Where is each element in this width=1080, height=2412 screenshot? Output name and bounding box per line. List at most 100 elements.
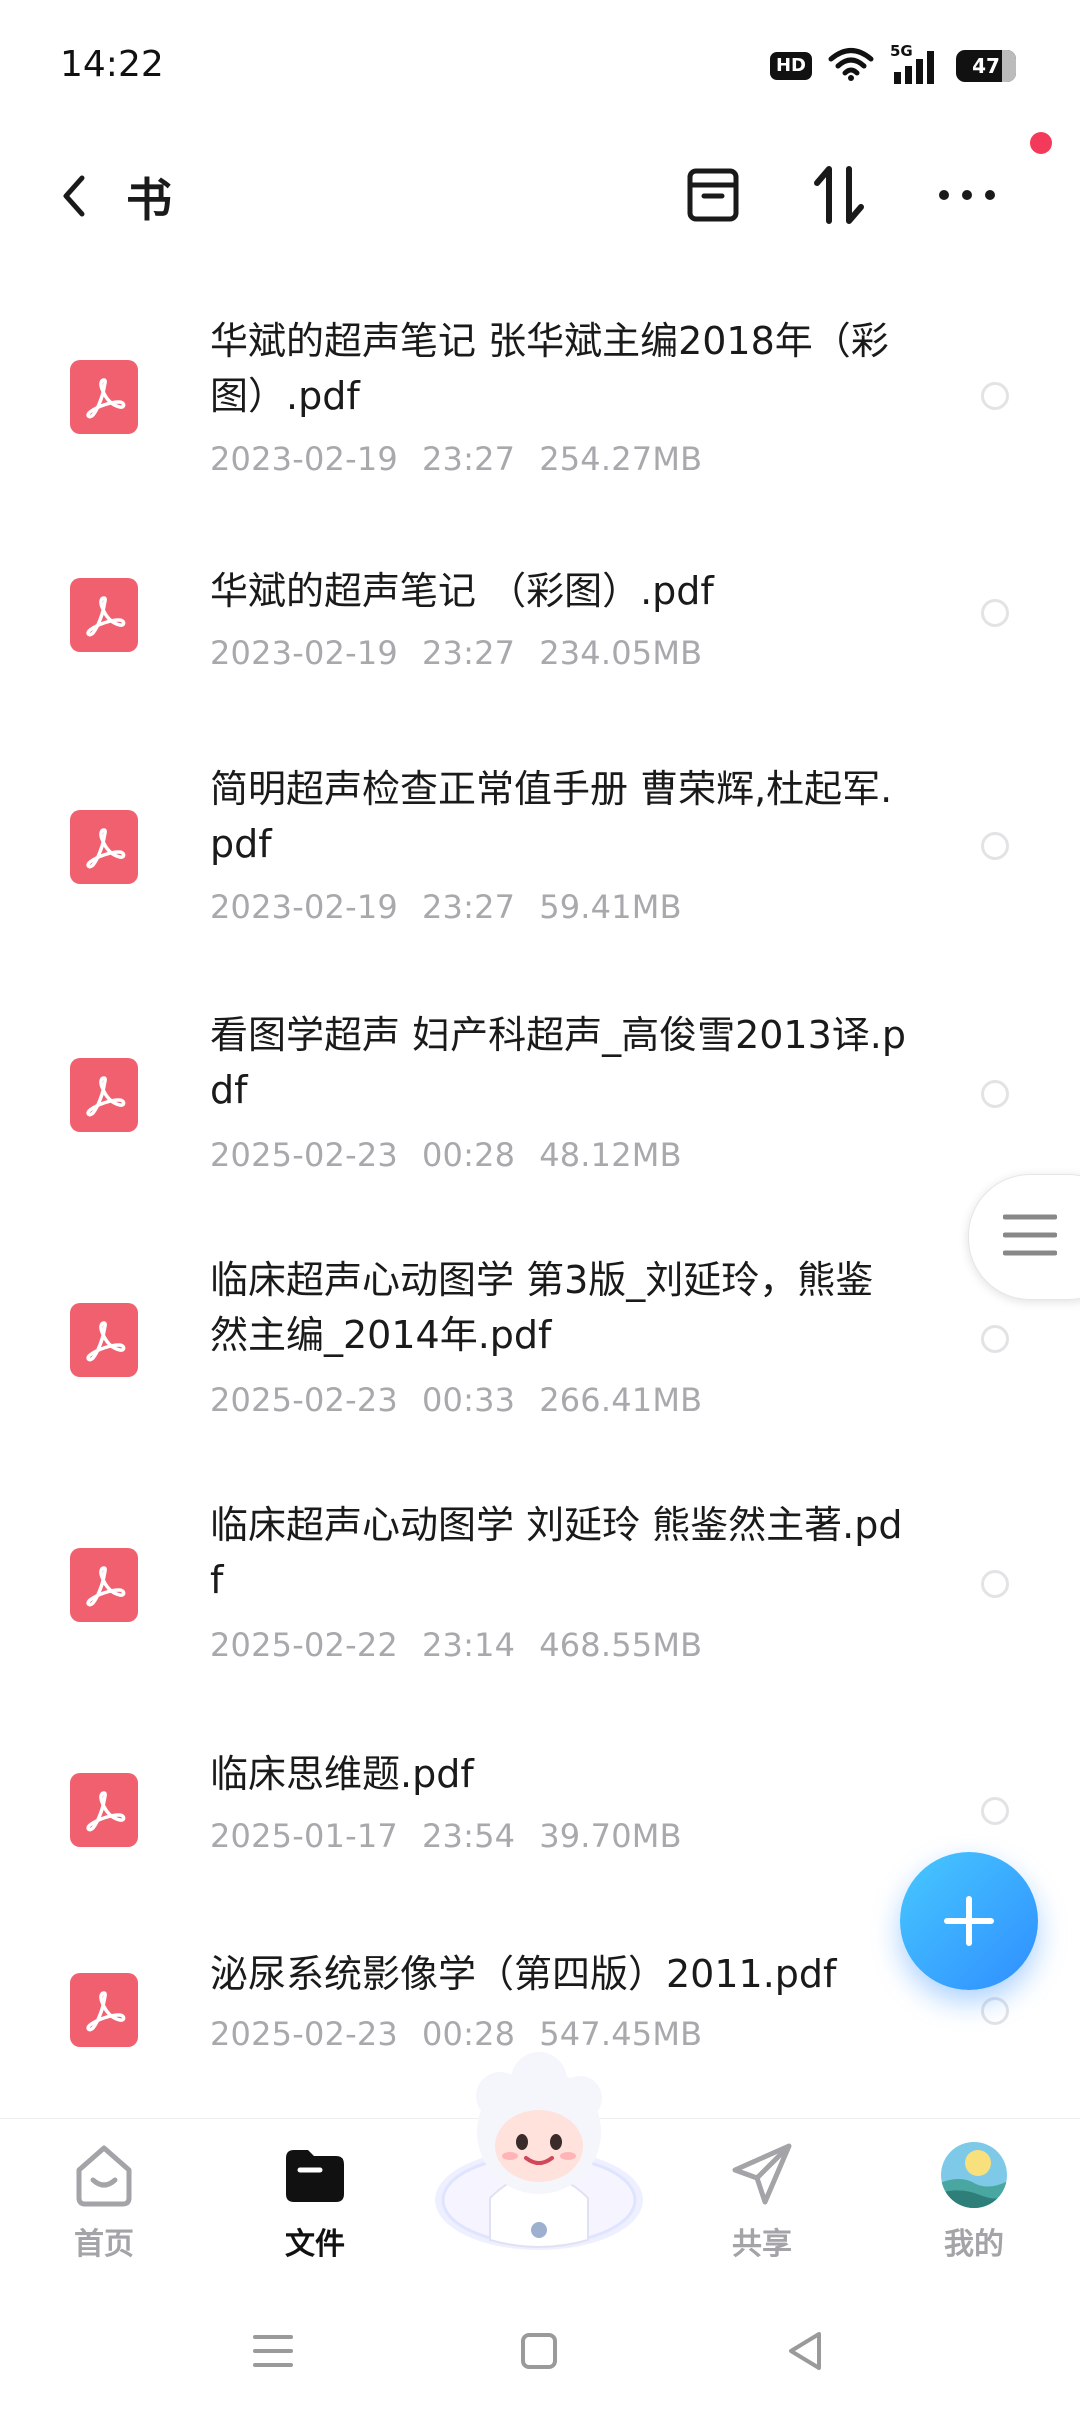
file-time: 23:14 bbox=[421, 1626, 516, 1664]
triangle-back-icon bbox=[789, 2332, 821, 2370]
back-button[interactable] bbox=[48, 168, 98, 224]
pdf-file-icon bbox=[70, 1548, 138, 1622]
square-home-icon bbox=[521, 2333, 557, 2369]
file-size: 39.70MB bbox=[539, 1817, 682, 1855]
nav-item-share[interactable]: 共享 bbox=[692, 2139, 832, 2269]
file-time: 23:54 bbox=[421, 1817, 516, 1855]
pdf-file-icon bbox=[70, 1973, 138, 2047]
file-time: 23:27 bbox=[421, 888, 516, 926]
sort-button[interactable] bbox=[806, 162, 872, 228]
menu-lines-icon bbox=[1003, 1214, 1057, 1256]
file-meta: 2025-02-23 00:28 48.12MB bbox=[210, 1136, 706, 1174]
avatar-icon bbox=[938, 2139, 1010, 2211]
file-meta: 2025-02-23 00:33 266.41MB bbox=[210, 1381, 726, 1419]
wifi-icon bbox=[828, 46, 874, 86]
share-paper-plane-icon bbox=[726, 2139, 798, 2211]
file-row[interactable]: 华斌的超声笔记 张华斌主编2018年（彩图）.pdf 2023-02-19 23:… bbox=[0, 290, 1080, 508]
file-meta: 2025-01-17 23:54 39.70MB bbox=[210, 1817, 706, 1855]
add-button[interactable] bbox=[900, 1852, 1038, 1990]
system-back-button[interactable] bbox=[780, 2328, 830, 2374]
file-name: 临床超声心动图学 刘延玲 熊鉴然主著.pdf bbox=[210, 1503, 903, 1602]
nav-label-me: 我的 bbox=[944, 2227, 1004, 2262]
file-meta: 2025-02-22 23:14 468.55MB bbox=[210, 1626, 726, 1664]
file-name: 泌尿系统影像学（第四版）2011.pdf bbox=[210, 1952, 837, 1996]
menu-icon bbox=[253, 2335, 293, 2367]
file-date: 2023-02-19 bbox=[210, 634, 398, 672]
file-name: 临床超声心动图学 第3版_刘延玲，熊鉴然主编_2014年.pdf bbox=[210, 1258, 874, 1357]
side-drawer-handle[interactable] bbox=[968, 1174, 1080, 1300]
back-chevron-icon bbox=[63, 175, 85, 217]
file-row[interactable]: 临床超声心动图学 刘延玲 熊鉴然主著.pdf 2025-02-22 23:14 46… bbox=[0, 1460, 1080, 1705]
file-list: 华斌的超声笔记 张华斌主编2018年（彩图）.pdf 2023-02-19 23:… bbox=[0, 290, 1080, 2129]
battery-level: 47 bbox=[972, 54, 1000, 78]
file-time: 00:33 bbox=[421, 1381, 516, 1419]
select-checkbox[interactable] bbox=[981, 1997, 1009, 2025]
select-checkbox[interactable] bbox=[981, 382, 1009, 410]
archive-button[interactable] bbox=[680, 162, 746, 228]
pdf-file-icon bbox=[70, 578, 138, 652]
select-checkbox[interactable] bbox=[981, 1080, 1009, 1108]
file-size: 266.41MB bbox=[539, 1381, 703, 1419]
file-size: 48.12MB bbox=[539, 1136, 682, 1174]
file-size: 468.55MB bbox=[539, 1626, 703, 1664]
file-row[interactable]: 临床超声心动图学 第3版_刘延玲，熊鉴然主编_2014年.pdf 2025-02… bbox=[0, 1215, 1080, 1460]
file-name: 临床思维题.pdf bbox=[210, 1752, 474, 1796]
system-home-button[interactable] bbox=[514, 2328, 564, 2374]
folder-icon bbox=[279, 2139, 351, 2211]
file-row[interactable]: 华斌的超声笔记 （彩图）.pdf 2023-02-19 23:27 234.05MB bbox=[0, 508, 1080, 726]
file-meta: 2023-02-19 23:27 234.05MB bbox=[210, 634, 726, 672]
status-bar: 14:22 HD 5G 47 bbox=[0, 0, 1080, 140]
nav-item-me[interactable]: 我的 bbox=[904, 2139, 1044, 2269]
nav-label-files: 文件 bbox=[285, 2227, 345, 2262]
more-icon bbox=[939, 190, 995, 200]
pdf-file-icon bbox=[70, 1303, 138, 1377]
file-date: 2025-02-22 bbox=[210, 1626, 398, 1664]
home-smile-icon bbox=[68, 2139, 140, 2211]
select-checkbox[interactable] bbox=[981, 1797, 1009, 1825]
select-checkbox[interactable] bbox=[981, 1570, 1009, 1598]
file-name: 华斌的超声笔记 张华斌主编2018年（彩图）.pdf bbox=[210, 319, 889, 418]
system-nav-bar bbox=[0, 2288, 1080, 2412]
file-time: 23:27 bbox=[421, 440, 516, 478]
file-size: 59.41MB bbox=[539, 888, 682, 926]
notification-dot bbox=[1030, 132, 1052, 154]
folder-title: 书 bbox=[126, 173, 172, 227]
mascot-icon bbox=[435, 2052, 643, 2250]
battery-icon: 47 bbox=[956, 50, 1016, 82]
select-checkbox[interactable] bbox=[981, 599, 1009, 627]
select-checkbox[interactable] bbox=[981, 1325, 1009, 1353]
nav-label-share: 共享 bbox=[732, 2227, 792, 2262]
system-menu-button[interactable] bbox=[248, 2328, 298, 2374]
file-date: 2023-02-19 bbox=[210, 888, 398, 926]
file-date: 2025-02-23 bbox=[210, 1381, 398, 1419]
more-button[interactable] bbox=[934, 162, 1000, 228]
file-row[interactable]: 简明超声检查正常值手册 曹荣辉,杜起军.pdf 2023-02-19 23:27 5… bbox=[0, 726, 1080, 970]
file-row[interactable]: 看图学超声 妇产科超声_高俊雪2013译.pdf 2025-02-23 00:28… bbox=[0, 970, 1080, 1215]
mascot-assistant-button[interactable] bbox=[430, 2040, 648, 2264]
pdf-file-icon bbox=[70, 1058, 138, 1132]
hd-badge: HD bbox=[769, 52, 812, 80]
nav-item-home[interactable]: 首页 bbox=[34, 2139, 174, 2269]
file-date: 2025-02-23 bbox=[210, 1136, 398, 1174]
file-name: 华斌的超声笔记 （彩图）.pdf bbox=[210, 569, 714, 613]
file-name: 看图学超声 妇产科超声_高俊雪2013译.pdf bbox=[210, 1013, 906, 1112]
file-time: 00:28 bbox=[421, 1136, 516, 1174]
file-time: 23:27 bbox=[421, 634, 516, 672]
cellular-signal-icon: 5G bbox=[890, 42, 940, 86]
file-date: 2023-02-19 bbox=[210, 440, 398, 478]
status-icons: HD 5G 47 bbox=[769, 42, 1016, 86]
file-date: 2025-01-17 bbox=[210, 1817, 398, 1855]
file-date: 2025-02-23 bbox=[210, 2015, 398, 2053]
pdf-file-icon bbox=[70, 1773, 138, 1847]
archive-box-icon bbox=[687, 168, 739, 222]
nav-label-home: 首页 bbox=[74, 2227, 134, 2262]
sort-icon bbox=[814, 166, 864, 224]
file-size: 234.05MB bbox=[539, 634, 703, 672]
file-size: 254.27MB bbox=[539, 440, 703, 478]
pdf-file-icon bbox=[70, 360, 138, 434]
file-meta: 2023-02-19 23:27 254.27MB bbox=[210, 440, 726, 478]
select-checkbox[interactable] bbox=[981, 832, 1009, 860]
nav-item-files[interactable]: 文件 bbox=[245, 2139, 385, 2269]
file-meta: 2023-02-19 23:27 59.41MB bbox=[210, 888, 706, 926]
pdf-file-icon bbox=[70, 810, 138, 884]
